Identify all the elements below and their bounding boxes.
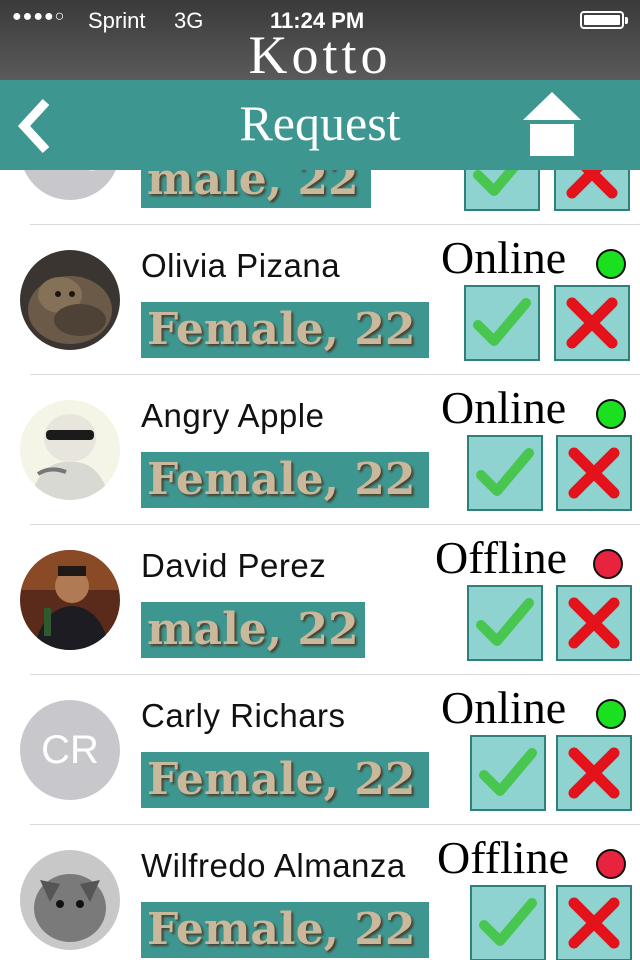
checkmark-icon [473,170,519,196]
red-dot-icon [596,849,626,879]
accept-button[interactable] [464,170,540,211]
accept-button[interactable] [467,585,543,661]
request-row[interactable]: Wilfredo Almanza Female, 22 Offline [0,825,640,960]
app-title: Kotto [248,25,392,85]
reject-button[interactable] [554,170,630,211]
nav-bar: Request [0,80,640,170]
request-row[interactable]: Olivia Pizana Female, 22 Online [0,225,640,375]
accept-button[interactable] [470,735,546,811]
online-status: Online [441,382,567,433]
gender-age-label: male, 22 [141,602,365,658]
gender-age-label: Female, 22 [141,302,429,358]
checkmark-icon [476,448,534,496]
online-status: Offline [437,832,570,883]
gender-age-label: Female, 22 [141,452,429,508]
request-row[interactable]: DQDoug Quaidmale, 22Offline [0,170,640,225]
user-name: Wilfredo Almanza [141,847,406,884]
avatar [20,400,120,500]
accept-button[interactable] [470,885,546,960]
reject-button[interactable] [556,585,632,661]
request-row[interactable]: CR Carly Richars Female, 22 Online [0,675,640,825]
home-icon[interactable] [522,90,582,158]
green-dot-icon [596,249,626,279]
avatar [20,850,120,950]
accept-button[interactable] [464,285,540,361]
user-name: Carly Richars [141,697,346,734]
reject-button[interactable] [556,435,632,511]
checkmark-icon [479,748,537,796]
reject-button[interactable] [556,885,632,960]
request-row[interactable]: David Perez male, 22 Offline [0,525,640,675]
green-dot-icon [596,399,626,429]
top-bar: ●●●●○ Sprint 3G 11:24 PM Kotto [0,0,640,85]
checkmark-icon [479,898,537,946]
user-name: David Perez [141,547,327,584]
x-icon [566,170,618,199]
green-dot-icon [596,699,626,729]
avatar [20,250,120,350]
online-status: Offline [435,532,568,583]
user-name: Angry Apple [141,397,325,434]
gender-age-label: Female, 22 [141,902,429,958]
online-status: Online [441,232,567,283]
gender-age-label: male, 22 [141,170,371,208]
x-icon [566,297,618,349]
x-icon [568,747,620,799]
reject-button[interactable] [556,735,632,811]
gender-age-label: Female, 22 [141,752,429,808]
online-status: Online [441,682,567,733]
accept-button[interactable] [467,435,543,511]
user-name: Olivia Pizana [141,247,341,284]
checkmark-icon [476,598,534,646]
x-icon [568,897,620,949]
request-row[interactable]: Angry Apple Female, 22 Online [0,375,640,525]
request-list: DQDoug Quaidmale, 22OfflineOlivia Pizana… [0,170,640,960]
red-dot-icon [593,549,623,579]
x-icon [568,447,620,499]
avatar: CR [20,700,120,800]
x-icon [568,597,620,649]
avatar [20,550,120,650]
avatar: DQ [20,170,120,200]
reject-button[interactable] [554,285,630,361]
checkmark-icon [473,298,531,346]
